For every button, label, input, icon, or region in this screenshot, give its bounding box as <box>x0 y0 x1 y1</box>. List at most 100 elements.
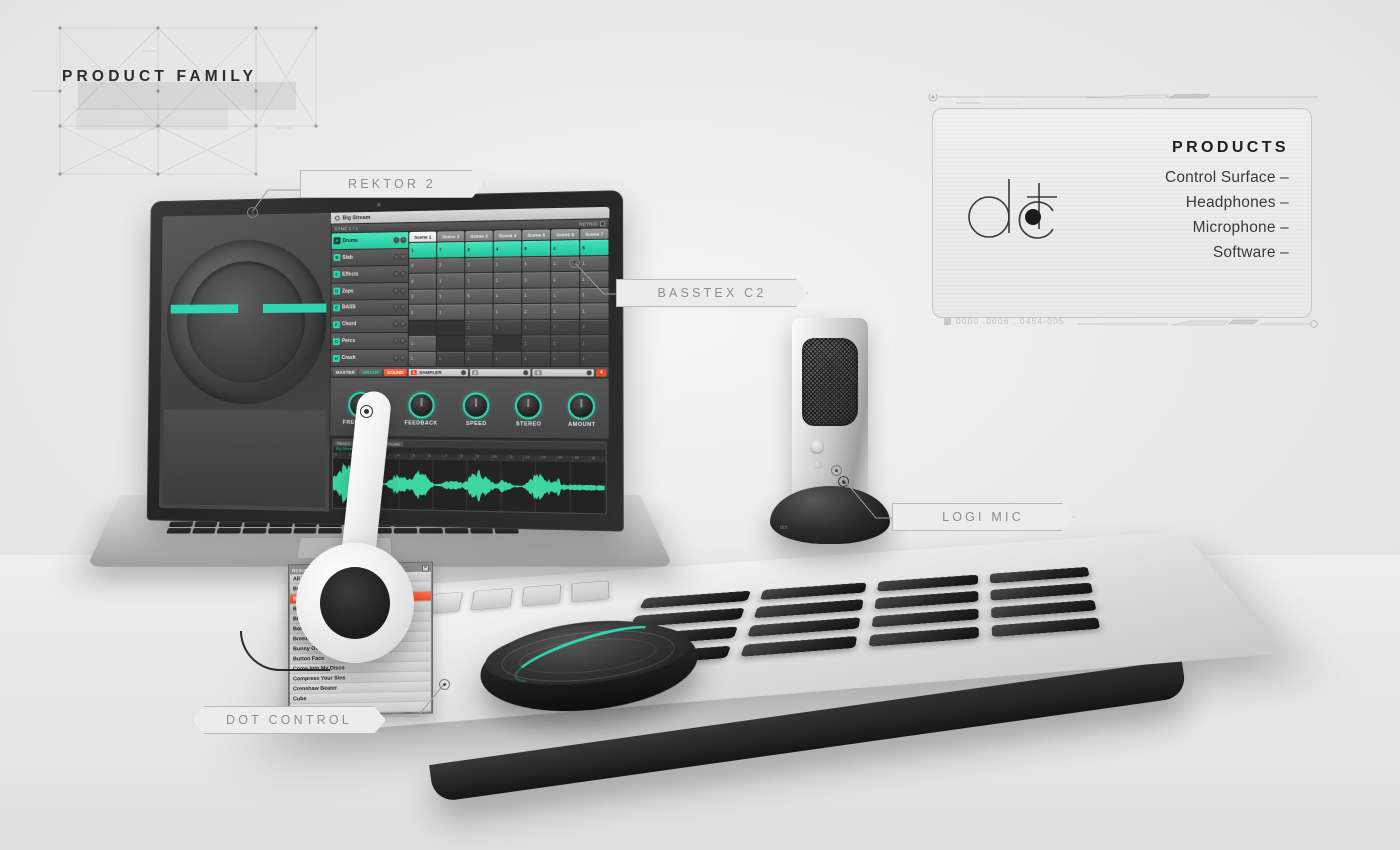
clip-cell-r5-c5[interactable]: 2 <box>522 303 551 319</box>
clip-cell-r4-c1[interactable]: 3 <box>409 289 437 304</box>
clip-cell-r4-c7[interactable]: 1 <box>580 287 609 303</box>
clip-cell-r4-c3[interactable]: 5 <box>465 288 493 304</box>
clip-cell-r5-c4[interactable]: 1 <box>493 303 522 319</box>
daw-track-drums[interactable]: A Drums <box>331 232 409 250</box>
group-button[interactable]: GROUP <box>359 368 383 376</box>
clip-cell-r5-c7[interactable]: 1 <box>580 303 609 319</box>
track-knobs[interactable] <box>393 304 407 311</box>
slot-3-chevron-down-icon[interactable] <box>586 369 592 375</box>
clip-cell-r3-c5[interactable]: 3 <box>522 272 551 288</box>
clip-cell-r4-c2[interactable]: 1 <box>436 288 465 304</box>
track-knobs[interactable] <box>393 270 407 277</box>
track-knobs[interactable] <box>393 236 407 244</box>
clip-cell-r3-c6[interactable]: 1 <box>551 271 580 287</box>
sound-button[interactable]: SOUND <box>384 368 407 376</box>
clip-cell-r3-c2[interactable]: 1 <box>437 273 465 289</box>
sound-slot-3[interactable]: 3 <box>532 368 594 376</box>
scene-tab-4[interactable]: Scene 4 <box>493 229 522 241</box>
scene-tab-7[interactable]: Scene 7 <box>580 228 609 240</box>
track-pan-knob-icon[interactable] <box>393 253 400 260</box>
clip-cell-r6-c4[interactable]: 1 <box>493 319 522 335</box>
daw-track-chord[interactable]: F Chord <box>331 316 408 333</box>
daw-track-zaps[interactable]: D Zaps <box>331 282 409 300</box>
track-pan-knob-icon[interactable] <box>393 270 400 277</box>
clip-cell-r2-c2[interactable]: 2 <box>437 257 465 273</box>
knob-speed[interactable] <box>463 392 490 420</box>
clip-cell-r1-c7[interactable]: 6 <box>580 239 609 255</box>
clip-cell-r8-c2[interactable]: 1 <box>436 351 465 367</box>
knob-amount[interactable] <box>568 392 596 420</box>
scene-tab-6[interactable]: Scene 6 <box>551 228 580 240</box>
retrig-control[interactable]: RETRIG <box>579 220 606 226</box>
clip-cell-r1-c4[interactable]: 4 <box>493 241 522 257</box>
clip-cell-r7-c7[interactable]: 1 <box>580 335 609 351</box>
jogwheel-dial[interactable] <box>165 238 327 405</box>
product-item-microphone[interactable]: Microphone – <box>1165 215 1289 240</box>
daw-track-percs[interactable]: G Percs <box>330 333 408 350</box>
scene-tab-2[interactable]: Scene 2 <box>437 231 465 242</box>
daw-track-stab[interactable]: B Stab <box>331 248 409 266</box>
track-knobs[interactable] <box>393 321 406 328</box>
product-item-headphones[interactable]: Headphones – <box>1165 190 1289 215</box>
microphone-gain-knob[interactable] <box>810 440 824 454</box>
clip-cell-r6-c5[interactable]: 1 <box>522 319 551 335</box>
clip-cell-r8-c4[interactable]: 1 <box>493 351 522 367</box>
clip-cell-r5-c1[interactable]: 2 <box>408 304 436 320</box>
daw-track-crash[interactable]: H Crash <box>330 350 408 367</box>
clip-cell-r1-c6[interactable]: 2 <box>551 240 580 256</box>
product-item-software[interactable]: Software – <box>1165 240 1289 265</box>
retrig-checkbox[interactable] <box>599 220 606 226</box>
clip-cell-r2-c5[interactable]: 1 <box>522 256 551 272</box>
product-item-control-surface[interactable]: Control Surface – <box>1165 165 1289 190</box>
knob-unit-amount[interactable]: AMOUNT <box>568 392 596 428</box>
clip-cell-r6-c1[interactable] <box>408 320 436 335</box>
clip-cell-r2-c7[interactable]: 1 <box>580 255 609 271</box>
track-volume-knob-icon[interactable] <box>399 355 406 362</box>
clip-cell-r3-c3[interactable]: 1 <box>465 272 493 288</box>
clip-cell-r2-c4[interactable]: 1 <box>493 256 522 272</box>
clip-cell-r2-c3[interactable]: 2 <box>465 257 493 273</box>
track-pan-knob-icon[interactable] <box>393 304 400 311</box>
track-volume-knob-icon[interactable] <box>399 321 406 328</box>
callout-node-rektor[interactable] <box>247 207 258 218</box>
clip-cell-r8-c1[interactable]: 1 <box>408 351 436 367</box>
knob-unit-speed[interactable]: SPEED <box>463 392 490 427</box>
daw-track-effects[interactable]: C Effects <box>331 265 409 283</box>
callout-dot-control[interactable]: DOT CONTROL <box>192 706 386 734</box>
clip-cell-r8-c5[interactable]: 1 <box>522 351 551 367</box>
clip-cell-r6-c7[interactable]: 2 <box>580 319 609 335</box>
clip-grid[interactable]: 1734526222111131113113151111211121111112… <box>408 239 609 367</box>
clip-cell-r7-c3[interactable]: 1 <box>465 335 493 351</box>
track-knobs[interactable] <box>393 287 407 294</box>
close-icon[interactable]: × <box>422 564 429 572</box>
clip-cell-r7-c2[interactable] <box>436 335 465 351</box>
track-pan-knob-icon[interactable] <box>392 338 399 345</box>
clip-cell-r8-c3[interactable]: 1 <box>464 351 493 367</box>
daw-track-bass[interactable]: E BASS <box>331 299 409 316</box>
daw-sound-bar[interactable]: MASTER GROUP SOUND 1 SAMPLER 2 3 4 <box>330 366 609 378</box>
track-volume-knob-icon[interactable] <box>400 253 407 260</box>
knob-unit-stereo[interactable]: STEREO <box>515 392 543 428</box>
callout-node-basstex[interactable] <box>569 257 580 268</box>
slot-1-chevron-down-icon[interactable] <box>460 369 466 375</box>
clip-cell-r7-c6[interactable]: 1 <box>551 335 580 351</box>
clip-cell-r4-c6[interactable]: 1 <box>551 287 580 303</box>
clip-cell-r6-c3[interactable]: 1 <box>465 319 493 335</box>
track-volume-knob-icon[interactable] <box>399 338 406 345</box>
sound-slot-1[interactable]: 1 SAMPLER <box>408 368 468 376</box>
callout-logi-mic[interactable]: LOGI MIC <box>892 503 1074 531</box>
clip-cell-r1-c3[interactable]: 3 <box>465 241 493 257</box>
clip-cell-r7-c1[interactable]: 1 <box>408 335 436 351</box>
clip-cell-r5-c2[interactable]: 1 <box>436 304 465 320</box>
knob-stereo[interactable] <box>515 392 543 420</box>
clip-cell-r3-c4[interactable]: 1 <box>493 272 522 288</box>
slot-2-chevron-down-icon[interactable] <box>523 369 529 375</box>
clip-cell-r7-c5[interactable]: 1 <box>522 335 551 351</box>
track-volume-knob-icon[interactable] <box>400 304 407 311</box>
scene-tab-3[interactable]: Scene 3 <box>465 230 493 242</box>
clip-cell-r1-c5[interactable]: 5 <box>522 240 551 256</box>
sound-slot-4[interactable]: 4 <box>596 368 607 377</box>
track-pan-knob-icon[interactable] <box>393 287 400 294</box>
clip-cell-r8-c7[interactable]: 1 <box>580 351 609 367</box>
track-pan-knob-icon[interactable] <box>393 321 399 328</box>
